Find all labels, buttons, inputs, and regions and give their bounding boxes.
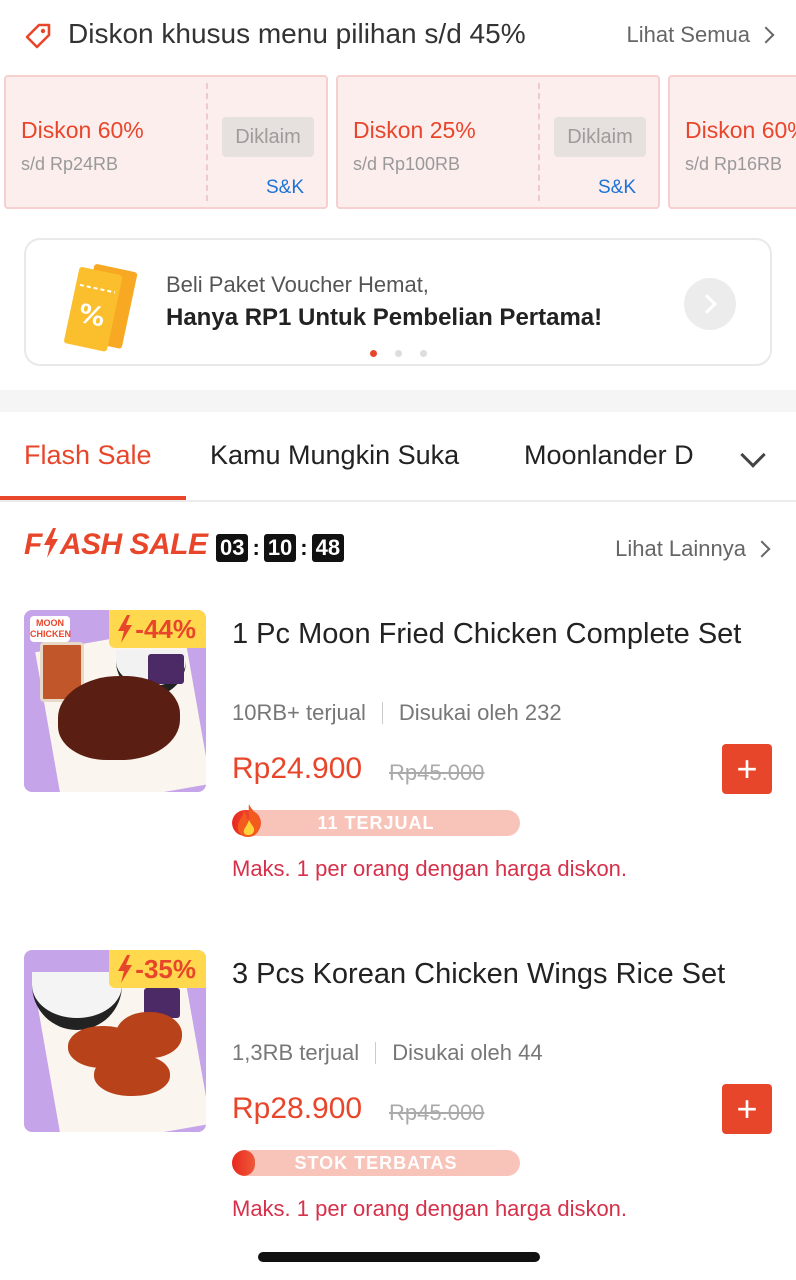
sale-price: Rp28.900 xyxy=(232,1092,363,1125)
coupon-title: Diskon 25% xyxy=(353,117,476,143)
product-item[interactable]: MOON CHICKEN -44% 1 Pc Moon Fried Chicke… xyxy=(0,610,796,910)
see-all-link[interactable]: Lihat Semua xyxy=(626,22,775,48)
like-count: Disukai oleh 44 xyxy=(392,1040,543,1065)
sale-price: Rp24.900 xyxy=(232,752,363,785)
product-title[interactable]: 1 Pc Moon Fried Chicken Complete Set xyxy=(232,614,772,654)
original-price: Rp45.000 xyxy=(389,760,485,785)
flash-sale-header: F ASH SALE 03 : 10 : 48 Lihat Lainnya xyxy=(0,520,796,576)
product-image[interactable]: MOON CHICKEN -44% xyxy=(24,610,206,792)
voucher-ticket-icon: % xyxy=(64,264,138,352)
product-meta: 10RB+ terjual Disukai oleh 232 xyxy=(232,700,562,726)
discount-value: -44% xyxy=(135,613,196,644)
timer-colon: : xyxy=(252,535,260,560)
carousel-dot xyxy=(395,350,402,357)
add-to-cart-button[interactable]: + xyxy=(722,744,772,794)
meta-divider xyxy=(381,702,383,724)
see-more-link[interactable]: Lihat Lainnya xyxy=(615,536,771,562)
tab-flash-sale[interactable]: Flash Sale xyxy=(24,440,152,471)
see-all-label: Lihat Semua xyxy=(626,22,750,47)
coupon-subtitle: s/d Rp100RB xyxy=(353,154,461,174)
coupon-title: Diskon 60% xyxy=(685,117,796,143)
coupon-title: Diskon 60% xyxy=(21,117,144,143)
brand-logo: MOON CHICKEN xyxy=(30,616,71,642)
chevron-right-icon xyxy=(697,294,717,314)
product-image[interactable]: -35% xyxy=(24,950,206,1132)
carousel-dots xyxy=(370,350,427,357)
banner-next-button[interactable] xyxy=(684,278,736,330)
chevron-right-icon xyxy=(757,26,775,44)
stock-label: 11 TERJUAL xyxy=(317,812,435,833)
flash-sale-logo: F ASH SALE xyxy=(24,528,208,561)
chevron-down-icon[interactable] xyxy=(740,442,766,468)
discount-badge: -44% xyxy=(109,610,206,648)
fried-chicken xyxy=(58,676,180,760)
active-tab-indicator xyxy=(0,496,186,500)
voucher-banner[interactable]: % Beli Paket Voucher Hemat, Hanya RP1 Un… xyxy=(24,238,772,366)
claimed-button[interactable]: Diklaim xyxy=(222,117,314,157)
section-gap xyxy=(0,390,796,412)
stock-progress-bar: 11 TERJUAL xyxy=(232,810,520,836)
coupon-divider xyxy=(206,83,208,201)
discount-badge: -35% xyxy=(109,950,206,988)
flame-icon xyxy=(237,804,261,837)
chicken-wing xyxy=(94,1054,170,1096)
tag-icon xyxy=(25,23,51,49)
lightning-icon xyxy=(43,528,58,558)
coupon-subtitle: s/d Rp16RB xyxy=(685,154,783,174)
countdown-timer: 03 : 10 : 48 xyxy=(216,534,345,562)
sold-count: 1,3RB terjual xyxy=(232,1040,360,1065)
add-to-cart-button[interactable]: + xyxy=(722,1084,772,1134)
purchase-limit-note: Maks. 1 per orang dengan harga diskon. xyxy=(232,856,628,881)
see-more-label: Lihat Lainnya xyxy=(615,536,746,561)
original-price: Rp45.000 xyxy=(389,1100,485,1125)
product-item[interactable]: -35% 3 Pcs Korean Chicken Wings Rice Set… xyxy=(0,950,796,1250)
stock-label: STOK TERBATAS xyxy=(294,1152,458,1173)
coupon-card[interactable]: Diskon 25% s/d Rp100RB Diklaim S&K xyxy=(336,75,660,209)
timer-colon: : xyxy=(300,535,308,560)
discount-title: Diskon khusus menu pilihan s/d 45% xyxy=(68,18,526,49)
timer-hours: 03 xyxy=(216,534,249,562)
like-count: Disukai oleh 232 xyxy=(398,700,562,725)
banner-line-2: Hanya RP1 Untuk Pembelian Pertama! xyxy=(166,304,603,331)
coupon-card[interactable]: Diskon 60% s/d Rp24RB Diklaim S&K xyxy=(4,75,328,209)
tab-kamu-mungkin-suka[interactable]: Kamu Mungkin Suka xyxy=(210,440,459,471)
terms-link[interactable]: S&K xyxy=(266,177,304,199)
tab-moonlander[interactable]: Moonlander D xyxy=(524,440,694,471)
stock-progress-bar: STOK TERBATAS xyxy=(232,1150,520,1176)
carousel-dot-active xyxy=(370,350,377,357)
terms-link[interactable]: S&K xyxy=(598,177,636,199)
lightning-icon xyxy=(118,615,133,643)
lightning-icon xyxy=(118,955,133,983)
discount-header: Diskon khusus menu pilihan s/d 45% Lihat… xyxy=(0,0,796,72)
coupon-carousel[interactable]: Diskon 60% s/d Rp24RB Diklaim S&K Diskon… xyxy=(0,75,796,211)
meta-divider xyxy=(375,1042,377,1064)
product-meta: 1,3RB terjual Disukai oleh 44 xyxy=(232,1040,543,1066)
coupon-subtitle: s/d Rp24RB xyxy=(21,154,119,174)
category-tabs: Flash Sale Kamu Mungkin Suka Moonlander … xyxy=(0,412,796,502)
timer-seconds: 48 xyxy=(311,534,345,562)
claimed-button[interactable]: Diklaim xyxy=(554,117,646,157)
discount-value: -35% xyxy=(135,953,196,984)
banner-line-1: Beli Paket Voucher Hemat, xyxy=(166,272,429,297)
purchase-limit-note: Maks. 1 per orang dengan harga diskon. xyxy=(232,1196,628,1221)
timer-minutes: 10 xyxy=(263,534,297,562)
home-indicator xyxy=(258,1252,540,1262)
sauce-pouch xyxy=(148,654,184,684)
carousel-dot xyxy=(420,350,427,357)
chicken-wing xyxy=(116,1012,182,1058)
product-title[interactable]: 3 Pcs Korean Chicken Wings Rice Set xyxy=(232,954,772,994)
coupon-card[interactable]: Diskon 60% s/d Rp16RB xyxy=(668,75,796,209)
chevron-right-icon xyxy=(753,540,771,558)
coupon-divider xyxy=(538,83,540,201)
sold-count: 10RB+ terjual xyxy=(232,700,366,725)
